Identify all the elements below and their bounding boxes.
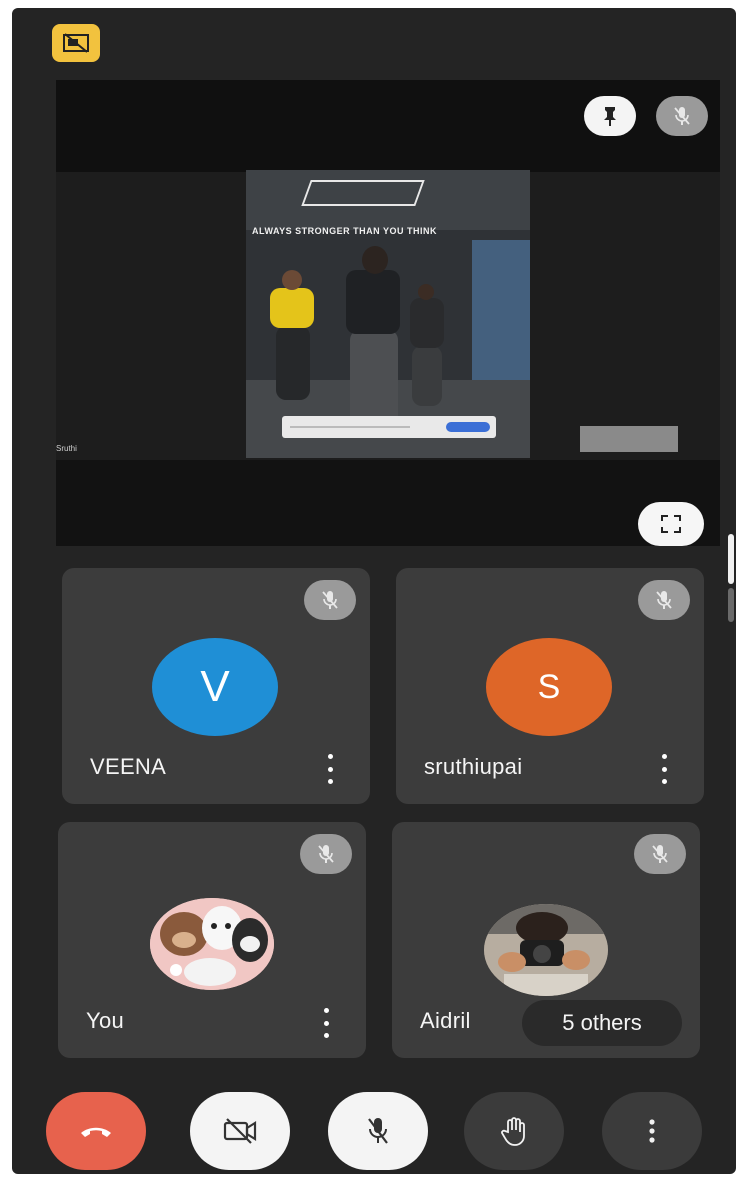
mic-off-icon — [322, 591, 338, 609]
presenter-name-tag: Sruthi — [56, 444, 77, 453]
camera-off-icon — [223, 1118, 257, 1144]
video-pillar — [472, 240, 530, 390]
participant-tile[interactable]: Aidril 5 others — [392, 822, 700, 1058]
tile-mute-badge — [304, 580, 356, 620]
more-vert-icon — [323, 1033, 329, 1038]
participant-more-button[interactable] — [654, 754, 674, 784]
video-person — [418, 284, 434, 300]
more-vert-icon — [649, 1119, 655, 1143]
mic-off-icon — [674, 107, 690, 125]
fullscreen-icon — [661, 515, 681, 533]
end-call-button[interactable] — [46, 1092, 146, 1170]
video-person — [346, 270, 400, 334]
raise-hand-icon — [501, 1117, 525, 1146]
more-options-button[interactable] — [602, 1092, 702, 1170]
participant-name: sruthiupai — [424, 754, 523, 779]
video-person — [270, 288, 314, 328]
more-vert-icon — [323, 1008, 329, 1013]
participant-tile[interactable]: S sruthiupai — [396, 568, 704, 804]
others-count-chip[interactable]: 5 others — [522, 1000, 682, 1046]
redacted-bar — [580, 426, 678, 452]
video-person — [412, 346, 442, 406]
more-vert-icon — [327, 779, 333, 784]
video-caption-bar — [282, 416, 496, 438]
mic-toggle-button[interactable] — [328, 1092, 428, 1170]
tile-mute-badge — [300, 834, 352, 874]
participant-tile[interactable]: V VEENA — [62, 568, 370, 804]
tile-mute-badge — [634, 834, 686, 874]
tile-mute-badge — [638, 580, 690, 620]
bear-cartoon-avatar — [150, 898, 274, 990]
more-vert-icon — [661, 754, 667, 759]
avatar: S — [486, 638, 612, 736]
more-vert-icon — [661, 766, 667, 772]
mic-off-icon — [318, 845, 334, 863]
present-off-button[interactable] — [52, 24, 100, 62]
video-person — [362, 246, 388, 274]
camera-photo-icon — [484, 904, 608, 996]
more-vert-icon — [323, 1020, 329, 1026]
video-caption-text-line — [290, 426, 410, 428]
bear-cartoon-icon — [150, 898, 274, 990]
pin-button[interactable] — [584, 96, 636, 136]
bottom-letterbox — [56, 460, 720, 546]
mic-off-icon — [656, 591, 672, 609]
video-person — [276, 326, 310, 400]
mic-off-icon — [652, 845, 668, 863]
participant-tile[interactable]: You — [58, 822, 366, 1058]
fullscreen-button[interactable] — [638, 502, 704, 546]
camera-photo-avatar — [484, 904, 608, 996]
participant-name: VEENA — [90, 754, 167, 779]
more-vert-icon — [327, 766, 333, 772]
scrollbar-track — [728, 588, 734, 622]
avatar: V — [152, 638, 278, 736]
featured-mute-badge — [656, 96, 708, 136]
participant-more-button[interactable] — [320, 754, 340, 784]
featured-video-area[interactable]: ALWAYS STRONGER THAN YOU THINK Sruthi — [56, 80, 720, 546]
more-vert-icon — [327, 754, 333, 759]
camera-toggle-button[interactable] — [190, 1092, 290, 1170]
video-person — [410, 298, 444, 348]
present-off-icon — [63, 33, 89, 53]
participant-name: Aidril — [420, 1008, 471, 1033]
end-call-icon — [81, 1127, 111, 1137]
call-controls-bar — [12, 1082, 736, 1174]
screen-share-video: ALWAYS STRONGER THAN YOU THINK — [246, 170, 530, 458]
video-slogan: ALWAYS STRONGER THAN YOU THINK — [252, 226, 438, 236]
video-caption-chip — [446, 422, 490, 432]
raise-hand-button[interactable] — [464, 1092, 564, 1170]
pin-icon — [604, 107, 616, 126]
participant-name: You — [86, 1008, 125, 1033]
participant-more-button[interactable] — [316, 1008, 336, 1038]
video-person — [282, 270, 302, 290]
mic-off-icon — [368, 1118, 388, 1144]
meeting-screen: ALWAYS STRONGER THAN YOU THINK Sruthi V … — [12, 8, 736, 1174]
more-vert-icon — [661, 779, 667, 784]
scrollbar-thumb[interactable] — [728, 534, 734, 584]
video-ceiling-light — [301, 180, 425, 206]
